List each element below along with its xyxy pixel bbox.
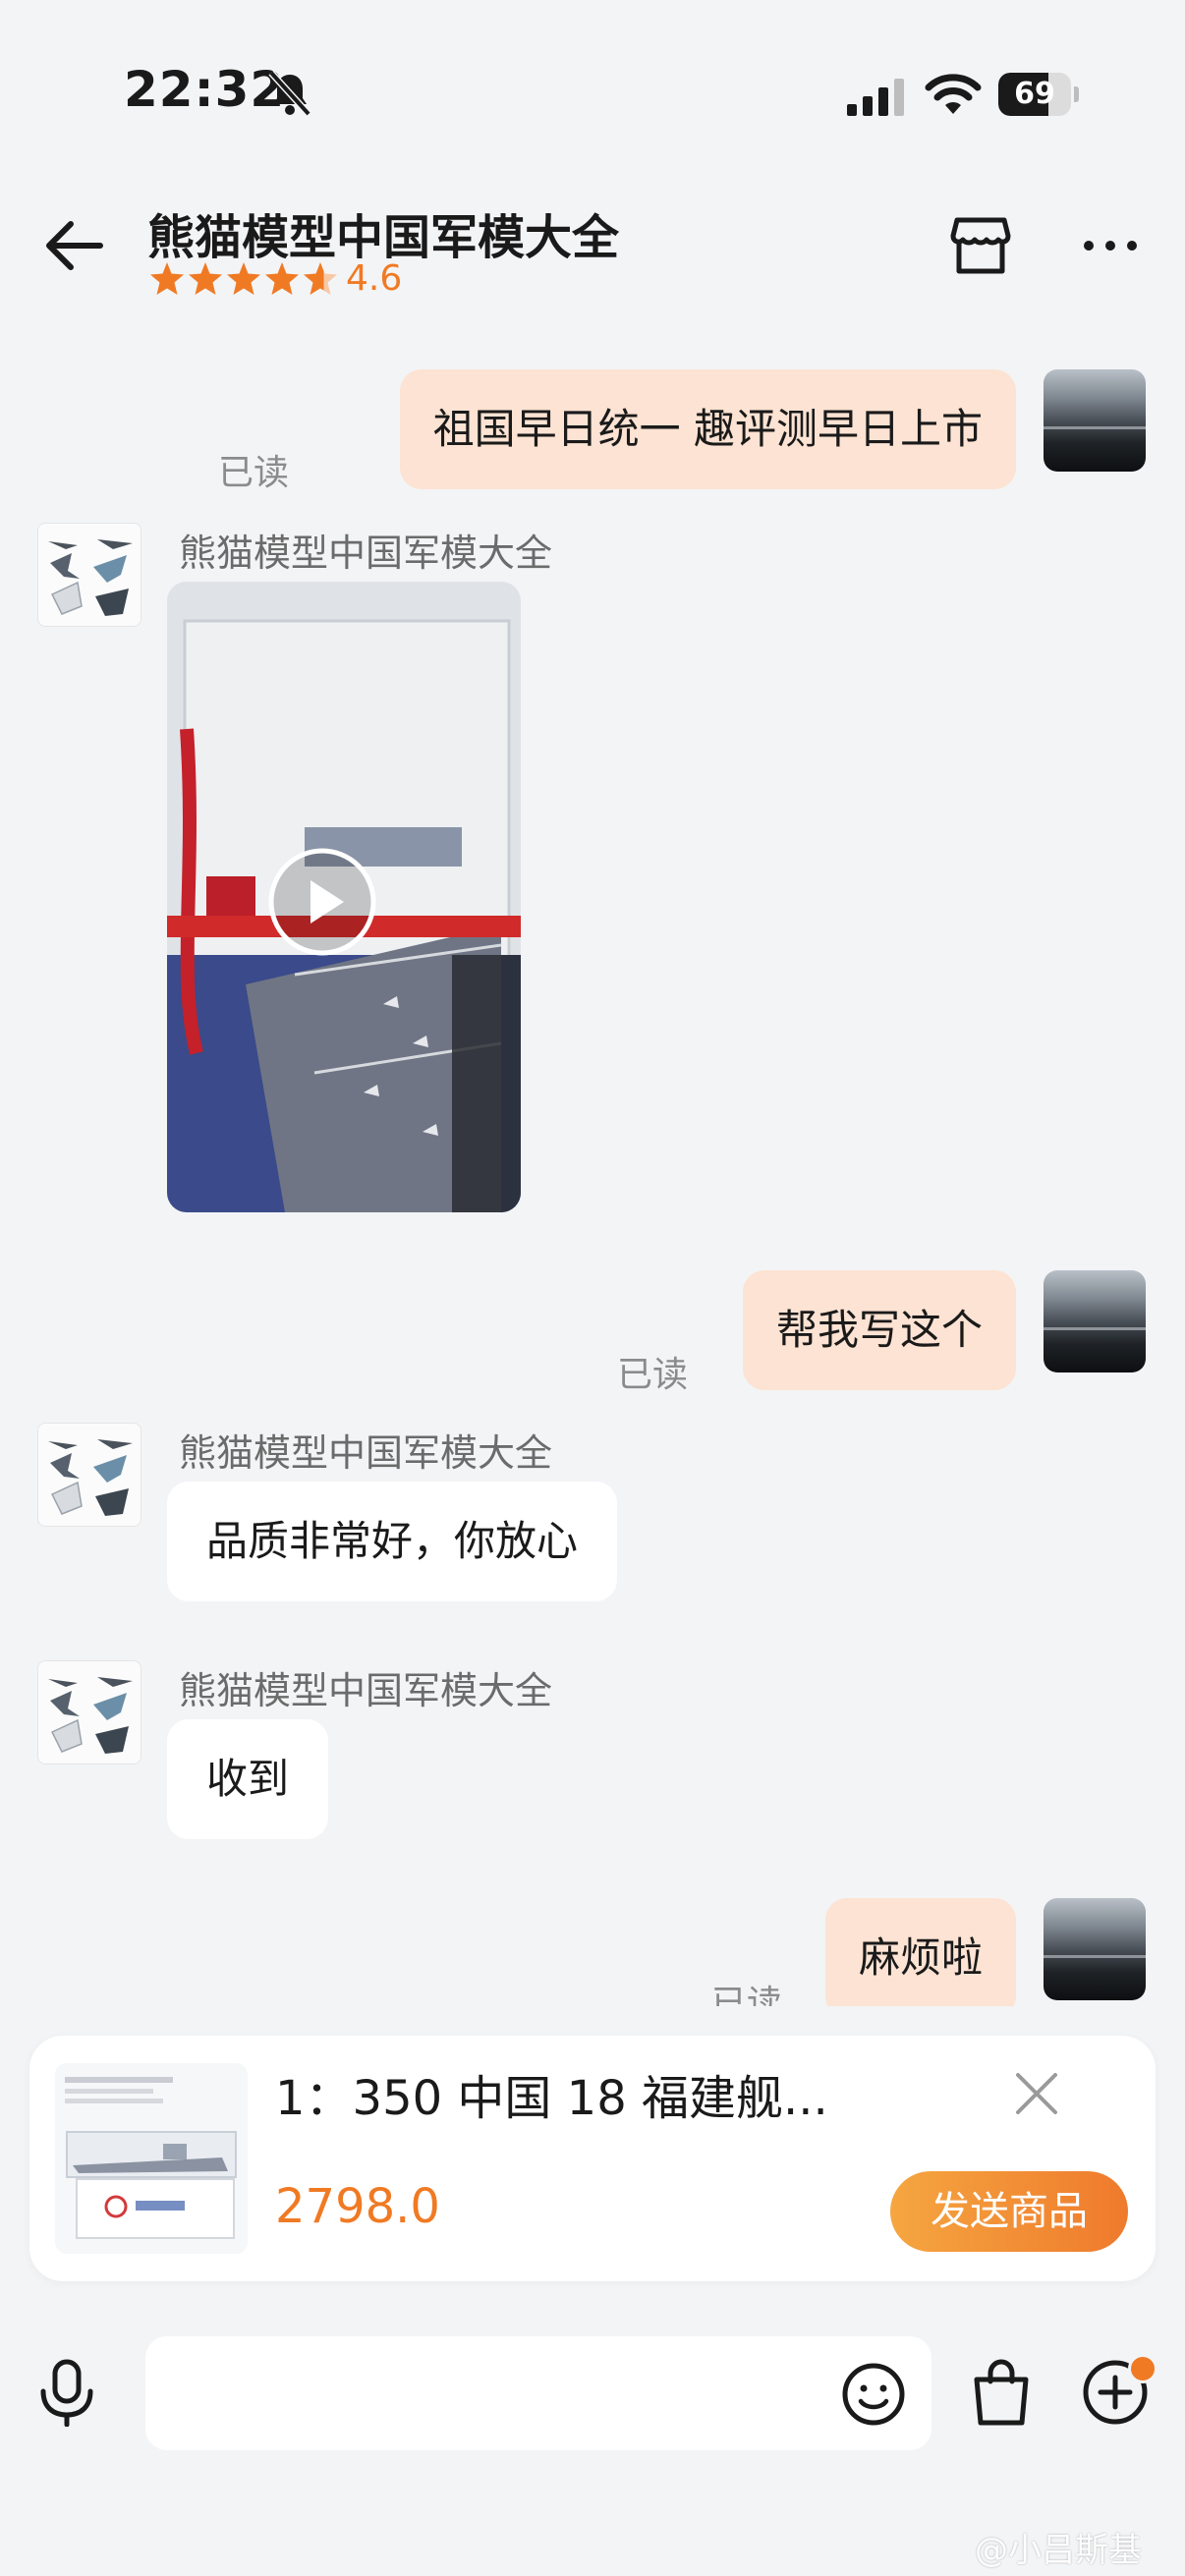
shop-message-bubble[interactable]: 收到 bbox=[167, 1719, 329, 1839]
sender-name: 熊猫模型中国军模大全 bbox=[179, 1669, 553, 1712]
wifi-icon bbox=[925, 74, 982, 114]
battery-percent: 69 bbox=[1014, 77, 1055, 111]
star-half-icon bbox=[304, 262, 337, 295]
watermark: @小吕斯基 bbox=[975, 2531, 1142, 2570]
send-product-button[interactable]: 发送商品 bbox=[890, 2171, 1128, 2252]
fighter-jets-icon bbox=[48, 1677, 133, 1754]
sender-name: 熊猫模型中国军模大全 bbox=[179, 1431, 553, 1475]
my-avatar[interactable] bbox=[1044, 369, 1146, 472]
sender-name: 熊猫模型中国军模大全 bbox=[179, 532, 553, 575]
store-icon[interactable] bbox=[949, 214, 1012, 277]
back-arrow-icon[interactable] bbox=[43, 218, 106, 273]
star-icon bbox=[265, 262, 299, 295]
read-status: 已读 bbox=[218, 453, 290, 493]
more-icon[interactable] bbox=[1081, 236, 1140, 255]
rating-value: 4.6 bbox=[346, 258, 403, 299]
battery-indicator: 69 bbox=[998, 73, 1079, 116]
my-avatar[interactable] bbox=[1044, 1270, 1146, 1372]
shop-message-bubble[interactable]: 品质非常好，你放心 bbox=[167, 1482, 618, 1601]
message-input[interactable] bbox=[145, 2336, 931, 2450]
play-icon[interactable] bbox=[267, 847, 377, 957]
cellular-signal-icon bbox=[847, 79, 904, 116]
star-icon bbox=[150, 262, 184, 295]
shop-avatar[interactable] bbox=[37, 523, 141, 627]
my-avatar[interactable] bbox=[1044, 1898, 1146, 2000]
my-message-bubble[interactable]: 祖国早日统一 趣评测早日上市 bbox=[399, 369, 1016, 489]
message-clip-region: 已读 麻烦啦 bbox=[0, 1867, 1185, 2006]
my-message-bubble[interactable]: 麻烦啦 bbox=[824, 1898, 1016, 2006]
fighter-jets-icon bbox=[48, 539, 133, 616]
page-title: 熊猫模型中国军模大全 bbox=[147, 210, 620, 265]
status-time: 22:32 bbox=[124, 61, 286, 118]
star-icon bbox=[227, 262, 260, 295]
shopping-bag-icon[interactable] bbox=[969, 2358, 1034, 2427]
emoji-icon[interactable] bbox=[841, 2362, 906, 2427]
rating-stars bbox=[150, 262, 337, 295]
product-price: 2798.0 bbox=[275, 2179, 440, 2234]
video-message[interactable] bbox=[167, 582, 521, 1212]
close-icon[interactable] bbox=[1006, 2063, 1067, 2124]
my-message-bubble[interactable]: 帮我写这个 bbox=[742, 1270, 1016, 1390]
shop-avatar[interactable] bbox=[37, 1660, 141, 1764]
notification-dot bbox=[1128, 2354, 1157, 2383]
bell-muted-icon bbox=[268, 70, 311, 117]
ship-model-image bbox=[55, 2063, 248, 2254]
read-status: 已读 bbox=[711, 1984, 783, 2006]
shop-avatar[interactable] bbox=[37, 1423, 141, 1527]
product-title: 1：350 中国 18 福建舰... bbox=[275, 2071, 828, 2126]
fighter-jets-icon bbox=[48, 1439, 133, 1516]
read-status: 已读 bbox=[617, 1355, 689, 1395]
star-icon bbox=[189, 262, 222, 295]
product-thumbnail bbox=[55, 2063, 248, 2254]
microphone-icon[interactable] bbox=[37, 2358, 96, 2427]
